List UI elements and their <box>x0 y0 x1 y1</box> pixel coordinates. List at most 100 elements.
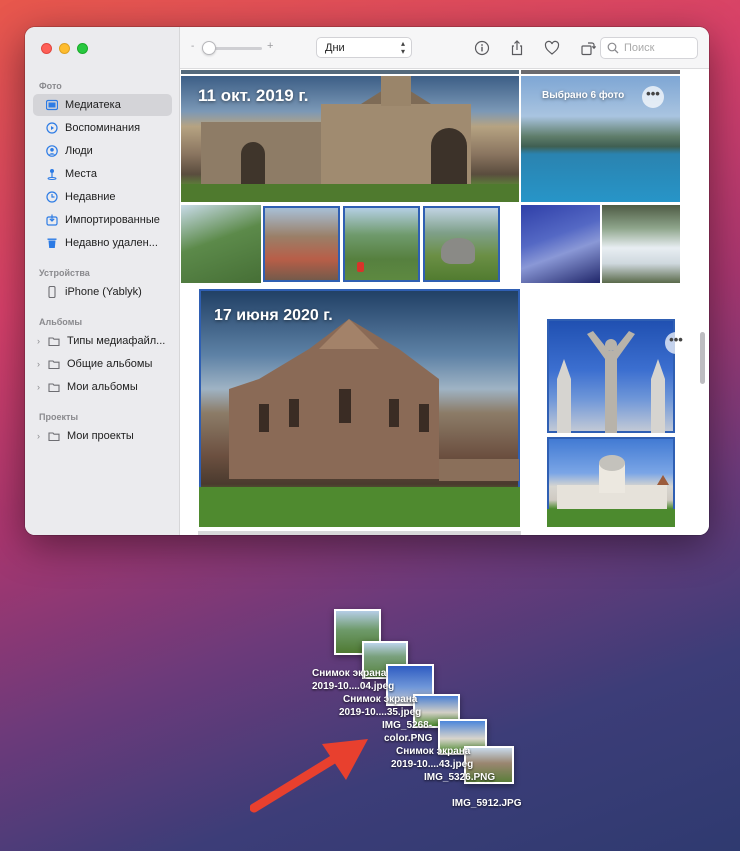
drag-file-name: 2019-10....04.jpeg <box>312 681 395 692</box>
sidebar-item-label: Воспоминания <box>65 122 141 134</box>
chevron-right-icon[interactable]: › <box>37 336 46 346</box>
photo-thumbnail-selected[interactable] <box>422 205 501 283</box>
sidebar-item-label: Мои альбомы <box>67 381 138 393</box>
drag-file-name: Снимок экрана <box>343 694 418 705</box>
chevron-right-icon[interactable]: › <box>37 431 46 441</box>
sidebar-item-imported[interactable]: Импортированные <box>33 209 172 231</box>
photo-thumbnail-selected[interactable] <box>342 205 421 283</box>
rotate-icon <box>581 42 596 56</box>
rotate-button[interactable] <box>578 38 598 58</box>
folder-icon <box>48 381 60 393</box>
photo-thumbnail[interactable] <box>602 205 680 283</box>
more-options-button[interactable]: ••• <box>665 332 687 354</box>
photo-thumbnail-selected[interactable] <box>262 205 341 283</box>
sidebar-item-label: Недавно удален... <box>65 237 158 249</box>
toolbar: - + Дни ▴ ▾ Поиск <box>180 27 709 69</box>
photo-statue[interactable] <box>546 318 676 434</box>
sidebar-item-label: Импортированные <box>65 214 160 226</box>
photo-thumbnail[interactable] <box>521 205 600 283</box>
sidebar-item-recently-deleted[interactable]: Недавно удален... <box>33 232 172 254</box>
favorite-button[interactable] <box>542 38 562 58</box>
more-options-button[interactable]: ••• <box>642 86 664 108</box>
drag-file-name: IMG_5326.PNG <box>424 772 496 783</box>
share-button[interactable] <box>507 38 527 58</box>
sidebar-item-iphone[interactable]: iPhone (Yablyk) <box>33 281 172 303</box>
photo-grid: 11 окт. 2019 г. Выбрано 6 фото ••• 17 ию… <box>181 70 709 535</box>
sidebar-item-label: Медиатека <box>65 99 121 111</box>
zoom-slider-handle[interactable] <box>202 41 216 55</box>
sidebar-item-label: Люди <box>65 145 93 157</box>
sidebar-item-label: Мои проекты <box>67 430 134 442</box>
trash-icon <box>46 237 58 249</box>
sidebar-item-shared-albums[interactable]: › Общие альбомы <box>33 353 172 375</box>
info-button[interactable] <box>472 38 492 58</box>
scrollbar-thumb[interactable] <box>700 332 705 384</box>
drag-file-name: IMG_5912.JPG <box>452 798 522 809</box>
search-field[interactable]: Поиск <box>600 37 698 59</box>
folder-icon <box>48 335 60 347</box>
imported-icon <box>46 214 58 226</box>
date-label: 11 окт. 2019 г. <box>198 86 309 105</box>
view-select-value: Дни <box>325 41 345 54</box>
photo-thumbnail[interactable] <box>181 70 519 74</box>
fullscreen-button[interactable] <box>77 43 88 54</box>
sidebar-item-label: Общие альбомы <box>67 358 153 370</box>
recents-icon <box>46 191 58 203</box>
section-devices-label: Устройства <box>39 268 90 278</box>
search-placeholder: Поиск <box>624 42 655 54</box>
section-albums-label: Альбомы <box>39 317 83 327</box>
sidebar-item-my-projects[interactable]: › Мои проекты <box>33 425 172 447</box>
zoom-out-label: - <box>191 41 195 52</box>
sidebar: Фото Медиатека Воспоминания Люди Места Н… <box>25 27 180 535</box>
photo-church[interactable] <box>546 436 676 528</box>
drag-file-name: 2019-10....43.jpeg <box>391 759 474 770</box>
updown-chevron-icon: ▴ ▾ <box>400 39 405 56</box>
sidebar-item-label: Недавние <box>65 191 116 203</box>
iphone-icon <box>46 286 58 298</box>
folder-icon <box>48 430 60 442</box>
heart-icon <box>544 40 560 55</box>
library-icon <box>46 99 58 111</box>
photo-ruins[interactable]: 17 июня 2020 г. <box>198 288 521 528</box>
sidebar-item-label: Места <box>65 168 97 180</box>
sidebar-item-memories[interactable]: Воспоминания <box>33 117 172 139</box>
window-controls <box>41 43 88 54</box>
search-icon <box>607 42 619 54</box>
sidebar-item-media-types[interactable]: › Типы медиафайл... <box>33 330 172 352</box>
sidebar-item-label: iPhone (Yablyk) <box>65 286 142 298</box>
close-button[interactable] <box>41 43 52 54</box>
arrow-icon <box>250 739 368 813</box>
memories-icon <box>46 122 58 134</box>
sidebar-item-people[interactable]: Люди <box>33 140 172 162</box>
photos-window: Фото Медиатека Воспоминания Люди Места Н… <box>25 27 709 535</box>
chevron-right-icon[interactable]: › <box>37 382 46 392</box>
drag-file-name: IMG_5268- <box>382 720 433 731</box>
photo-thumbnail[interactable] <box>198 531 521 535</box>
sidebar-item-places[interactable]: Места <box>33 163 172 185</box>
photo-lake[interactable]: Выбрано 6 фото ••• <box>521 76 680 202</box>
folder-icon <box>48 358 60 370</box>
people-icon <box>46 145 58 157</box>
photo-thumbnail[interactable] <box>521 70 680 74</box>
photo-thumbnail[interactable] <box>181 205 261 283</box>
section-projects-label: Проекты <box>39 412 79 422</box>
view-select[interactable]: Дни ▴ ▾ <box>316 37 412 58</box>
minimize-button[interactable] <box>59 43 70 54</box>
photo-cathedral[interactable]: 11 окт. 2019 г. <box>181 76 519 202</box>
section-photos-label: Фото <box>39 81 62 91</box>
share-icon <box>511 40 523 56</box>
sidebar-item-my-albums[interactable]: › Мои альбомы <box>33 376 172 398</box>
drag-file-name: Снимок экрана <box>312 668 387 679</box>
chevron-right-icon[interactable]: › <box>37 359 46 369</box>
zoom-in-label: + <box>267 40 274 52</box>
drag-file-name: 2019-10....35.jpeg <box>339 707 422 718</box>
date-label: 17 июня 2020 г. <box>214 307 333 324</box>
sidebar-item-library[interactable]: Медиатека <box>33 94 172 116</box>
places-icon <box>46 168 58 180</box>
sidebar-item-recents[interactable]: Недавние <box>33 186 172 208</box>
selected-count-label: Выбрано 6 фото <box>542 90 625 101</box>
drag-file-name: color.PNG <box>384 733 433 744</box>
info-icon <box>474 40 490 56</box>
drag-file-name: Снимок экрана <box>396 746 471 757</box>
sidebar-item-label: Типы медиафайл... <box>67 335 166 347</box>
